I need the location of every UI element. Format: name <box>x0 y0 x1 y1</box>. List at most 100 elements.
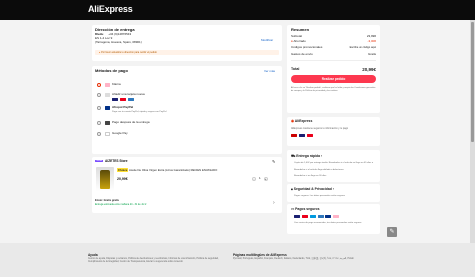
radio-button[interactable] <box>97 121 101 125</box>
trust-title: ◉ AliExpress <box>291 119 312 123</box>
card-icon: ▭ <box>291 207 295 211</box>
payment-option-paypal[interactable]: Afrepol PayPal <box>97 105 134 110</box>
chevron-right-icon: › <box>332 187 334 191</box>
payment-logos <box>294 215 340 220</box>
visa-icon <box>112 98 118 101</box>
visa-icon <box>294 215 300 218</box>
summary-card: Resumen Subtotal 23,99€ ● Ahorrado -3,00… <box>287 25 380 113</box>
footer-language-links[interactable]: Русский, Português, Español, Français, D… <box>233 258 368 261</box>
payment-option-label: Añadir una tarjeta nueva <box>112 92 145 97</box>
secure-payments-title-text: Pagos seguros <box>295 207 320 211</box>
address-warning: ● Por favor actualiza tu dirección para … <box>95 50 279 55</box>
amex-icon <box>127 98 134 101</box>
store-name[interactable]: AIZETES Store <box>105 159 128 163</box>
mcafee-badge-icon <box>291 134 297 137</box>
klarna-icon <box>333 215 340 218</box>
delivery-line: Reembolso si el artículo llega dañado o … <box>294 169 344 171</box>
edit-icon[interactable]: ✎ <box>272 159 275 164</box>
store-badge: Tienda <box>95 159 104 163</box>
trust-card: ◉ AliExpress AliExpress mantiene seguros… <box>287 117 380 146</box>
chevron-right-icon: › <box>320 154 323 158</box>
paypal-note: Paga con tu cuenta PayPal, rápido y segu… <box>112 111 167 113</box>
payment-option-googlepay[interactable]: Google Pay <box>97 131 128 136</box>
radio-button[interactable] <box>97 93 101 97</box>
google-pay-icon <box>105 132 110 136</box>
place-order-button[interactable]: Realizar pedido <box>291 75 376 83</box>
quantity-value[interactable]: 1 <box>259 176 261 181</box>
total-label: Total <box>291 67 300 71</box>
secure-payments-title: ▭ Pagos seguros <box>291 207 319 211</box>
secure-payments-card: ▭ Pagos seguros Con socios de pago recon… <box>287 204 380 234</box>
promo-code-row[interactable]: Códigos promocionales Escribe un código … <box>291 45 376 50</box>
delivery-card: ⛟ Entrega rápida › Cupón de 1,00€ por en… <box>287 150 380 182</box>
savings-label-wrap: ● Ahorrado <box>291 39 306 44</box>
payment-card: Métodos de pago Ver más Klarna Añadir un… <box>92 66 282 154</box>
radio-button[interactable] <box>97 83 101 87</box>
payment-more-link[interactable]: Ver más <box>264 69 275 74</box>
amex-icon <box>317 215 324 218</box>
chevron-right-icon[interactable]: › <box>273 200 275 206</box>
payment-option-cod[interactable]: Pago después de la entrega <box>97 120 150 125</box>
payment-option-label: Google Pay <box>112 131 128 136</box>
savings-label: Ahorrado <box>293 39 306 43</box>
radio-button[interactable] <box>97 106 101 110</box>
shipping-cost-label: Gastos de envío <box>291 52 313 56</box>
increase-button[interactable]: + <box>263 177 268 181</box>
footer-languages-title: Páginas multilingües de AliExpress <box>233 253 287 257</box>
footer-help-links[interactable]: Centro de ayuda, Disputas y reclamos, Po… <box>88 258 223 264</box>
delivery-title[interactable]: ⛟ Entrega rápida › <box>291 154 322 158</box>
footer-help-title: Ayuda <box>88 253 98 257</box>
choice-badge: Choice <box>117 168 129 172</box>
warning-text: Por favor actualiza tu dirección para re… <box>101 51 157 54</box>
trust-text: AliExpress mantiene seguros tu informaci… <box>291 127 349 130</box>
delivery-estimate: Entrega estimada entre mañana 24 - 31 de… <box>95 203 147 206</box>
lock-icon: 🔒︎ <box>291 187 293 191</box>
quantity-stepper[interactable]: − 1 + <box>252 176 268 181</box>
scrollbar-thumb[interactable] <box>471 22 474 142</box>
decrease-button[interactable]: − <box>252 177 256 181</box>
delivery-line: Reembolso si no llega en 30 días <box>294 175 327 177</box>
payment-option-klarna[interactable]: Klarna <box>97 82 121 87</box>
trust-badges <box>291 134 314 139</box>
klarna-icon <box>105 83 110 87</box>
promo-code-value[interactable]: Escribe un código aquí <box>350 46 376 50</box>
product-title: Aceite De Oliva Virgen Extra (Litros Gar… <box>128 168 218 172</box>
aliexpress-logo[interactable]: AliExpress <box>88 4 133 15</box>
total-row: Total 20,99€ <box>291 67 376 73</box>
maestro-icon <box>309 215 316 218</box>
payment-option-label: Afrepol PayPal <box>112 105 134 110</box>
radio-button[interactable] <box>97 132 101 136</box>
payment-title: Métodos de pago <box>95 68 128 73</box>
card-icon <box>105 93 110 97</box>
security-title[interactable]: 🔒︎ Seguridad & Privacidad › <box>291 187 334 191</box>
shipping-label: Envío: Gratis gratis <box>95 199 119 202</box>
savings-row: ● Ahorrado -3,00€ <box>291 39 376 44</box>
secure-payments-text: Con socios de pago reconocidos, tus dato… <box>294 222 362 224</box>
olive-oil-bottle <box>100 170 110 189</box>
mastercard-icon <box>119 98 126 101</box>
delivery-title-text: Entrega rápida <box>296 154 320 158</box>
payment-option-label: Klarna <box>112 82 121 87</box>
card-brand-icons <box>112 98 135 103</box>
summary-title: Resumen <box>291 27 310 32</box>
footer: Ayuda Centro de ayuda, Disputas y reclam… <box>0 243 475 277</box>
product-price: 20,99€ <box>117 177 128 181</box>
shipping-cost-row[interactable]: Gastos de envío Gratis <box>291 52 376 57</box>
truck-icon: ⛟ <box>291 154 296 158</box>
product-image[interactable] <box>96 167 114 191</box>
total-value: 20,99€ <box>362 67 376 72</box>
payment-option-card[interactable]: Añadir una tarjeta nueva <box>97 92 145 97</box>
top-bar: AliExpress <box>0 0 475 20</box>
store-header: Tienda AIZETES Store <box>95 159 128 163</box>
store-card: Tienda AIZETES Store ✎ Choice Aceite De … <box>92 157 282 213</box>
savings-value: -3,00€ <box>367 39 376 43</box>
product-title-row[interactable]: Choice Aceite De Oliva Virgen Extra (Lit… <box>117 168 267 172</box>
promo-code-label: Códigos promocionales <box>291 45 323 49</box>
security-text: Pagos seguros: Los datos personales está… <box>294 195 345 197</box>
security-card: 🔒︎ Seguridad & Privacidad › Pagos seguro… <box>287 184 380 202</box>
mastercard-secure-icon <box>306 134 313 137</box>
address-line3: (Tarragona, Huesca, Spain, 08901) <box>95 40 142 44</box>
address-edit-link[interactable]: Modificar <box>261 38 273 43</box>
paypal-icon <box>325 215 332 218</box>
floating-edit-button[interactable]: ✎ <box>387 227 397 237</box>
